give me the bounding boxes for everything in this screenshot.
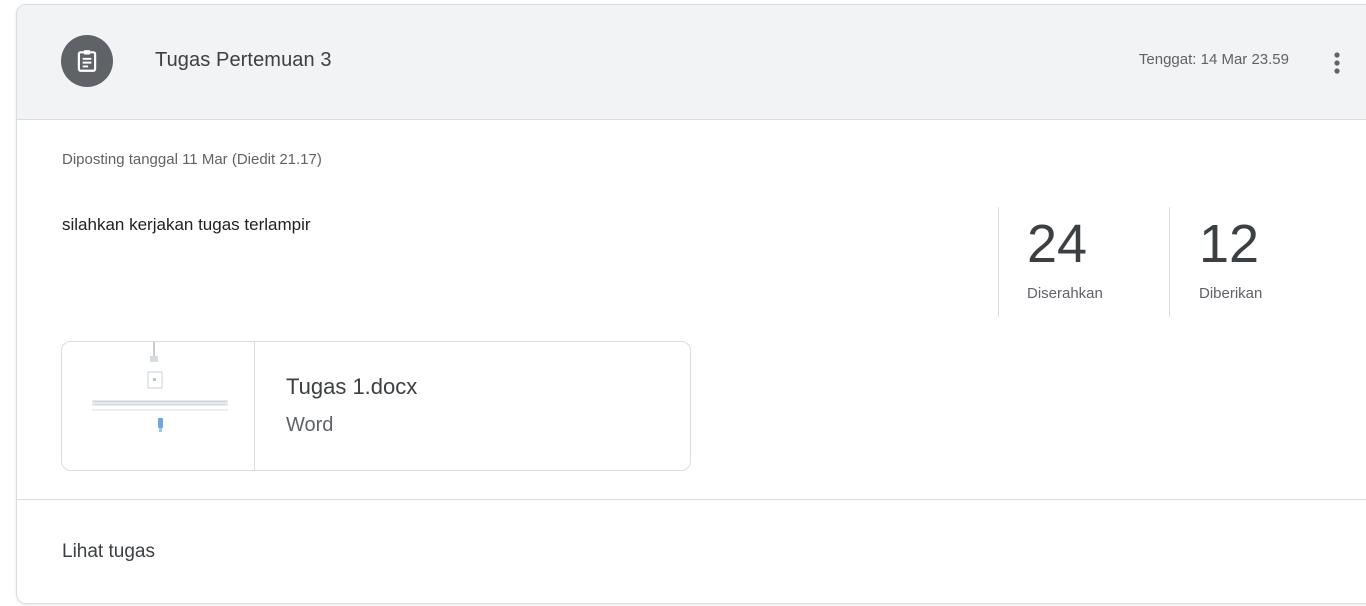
attachment-name[interactable]: Tugas 1.docx [286,374,417,400]
assignment-title[interactable]: Tugas Pertemuan 3 [155,49,332,72]
more-options-button[interactable] [1319,43,1355,83]
assigned-count: 12 [1199,214,1260,274]
assignment-instructions: silahkan kerjakan tugas terlampir [62,215,311,234]
posted-info: Diposting tanggal 11 Mar (Diedit 21.17) [62,151,322,168]
assigned-label: Diberikan [1199,285,1263,302]
assignment-header[interactable]: Tugas Pertemuan 3 Tenggat: 14 Mar 23.59 [17,5,1366,120]
attachment-type: Word [286,414,334,436]
more-vert-icon [1334,52,1340,74]
stat-assigned[interactable]: 12 Diberikan [1199,213,1262,302]
turned-in-count: 24 [1027,214,1088,274]
due-date: Tenggat: 14 Mar 23.59 [1138,51,1289,68]
assignment-card: Tugas Pertemuan 3 Tenggat: 14 Mar 23.59 … [16,4,1366,604]
turned-in-label: Diserahkan [1027,285,1103,302]
document-thumbnail [62,342,255,470]
attachment-card[interactable]: Tugas 1.docx Word [61,341,691,471]
assignment-icon [61,35,113,87]
stat-turned-in[interactable]: 24 Diserahkan [1027,213,1103,302]
stat-divider [1169,207,1170,317]
view-assignment-link[interactable]: Lihat tugas [62,541,155,563]
footer-divider [17,499,1366,500]
stat-divider [998,207,999,317]
